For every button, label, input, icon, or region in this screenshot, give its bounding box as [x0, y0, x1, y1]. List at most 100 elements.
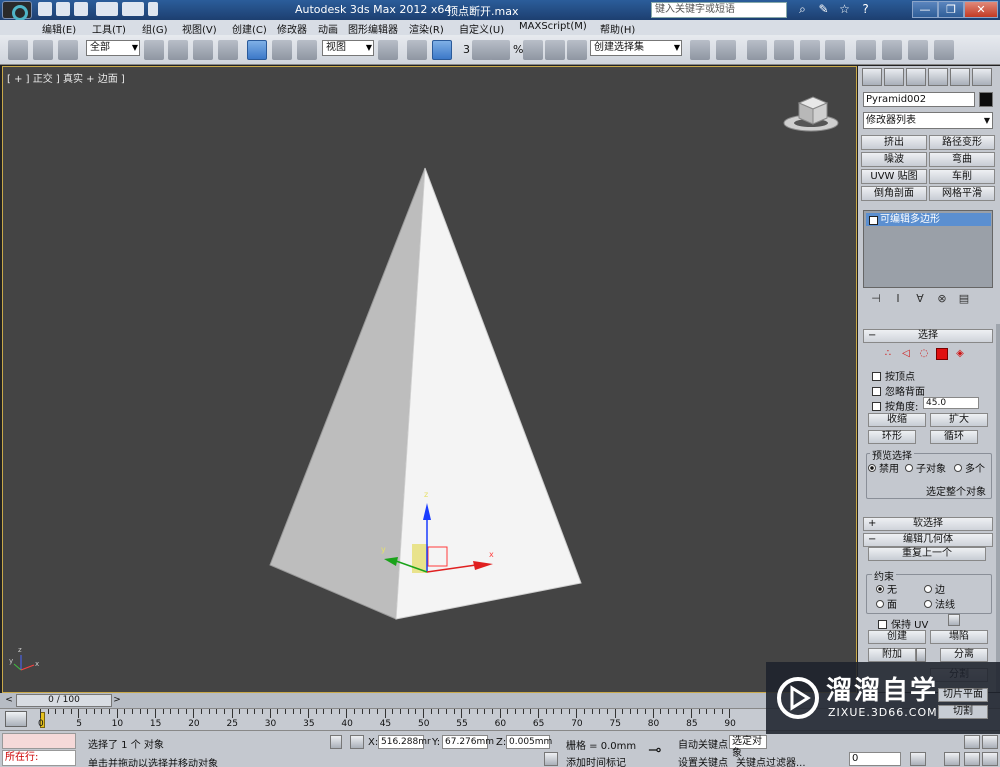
- y-coordinate-field[interactable]: 67.276mm: [442, 735, 494, 749]
- absolute-mode-icon[interactable]: [350, 735, 364, 749]
- maxscript-mini-listener[interactable]: 所在行:: [2, 750, 76, 766]
- menu-help[interactable]: 帮助(H): [600, 21, 635, 36]
- maximize-button[interactable]: ❐: [938, 1, 964, 18]
- align-icon[interactable]: [716, 40, 736, 60]
- angle-spinner[interactable]: 45.0: [923, 397, 979, 409]
- rendered-frame-window-icon[interactable]: [908, 40, 928, 60]
- help-search-input[interactable]: 键入关键字或短语: [651, 2, 787, 18]
- bend-button[interactable]: 弯曲: [929, 152, 995, 167]
- close-button[interactable]: ✕: [964, 1, 998, 18]
- x-coordinate-field[interactable]: 516.288mr: [378, 735, 431, 749]
- percent-snap-icon[interactable]: [523, 40, 543, 60]
- frame-ruler[interactable]: 0 5 10 15 20 25 30 35 40 45 50 55 60 65 70 75 80 85 90: [38, 709, 770, 731]
- edge-level-icon[interactable]: ◁: [900, 348, 912, 360]
- z-coordinate-field[interactable]: 0.005mm: [506, 735, 552, 749]
- attach-button[interactable]: 附加: [868, 648, 916, 662]
- menu-views[interactable]: 视图(V): [182, 21, 217, 36]
- select-object-icon[interactable]: [144, 40, 164, 60]
- new-file-icon[interactable]: [38, 2, 52, 16]
- cut-button[interactable]: 切割: [938, 705, 988, 719]
- modifier-list-dropdown[interactable]: 修改器列表: [863, 112, 993, 129]
- motion-tab-icon[interactable]: [928, 68, 948, 86]
- create-tab-icon[interactable]: [862, 68, 882, 86]
- edit-geometry-rollout-header[interactable]: − 编辑几何体: [863, 533, 993, 547]
- ignore-backfacing-checkbox[interactable]: 忽略背面: [872, 383, 925, 398]
- lathe-button[interactable]: 车削: [929, 169, 995, 184]
- favorites-icon[interactable]: ☆: [837, 2, 852, 17]
- edit-named-selection-icon[interactable]: [567, 40, 587, 60]
- preview-multi-radio[interactable]: 多个: [954, 460, 985, 475]
- menu-animation[interactable]: 动画: [318, 21, 338, 36]
- path-deform-button[interactable]: 路径变形: [929, 135, 995, 150]
- remove-modifier-icon[interactable]: ⊗: [935, 292, 949, 306]
- by-angle-checkbox[interactable]: 按角度:: [872, 398, 918, 413]
- mirror-icon[interactable]: [690, 40, 710, 60]
- angle-snap-icon[interactable]: [490, 40, 510, 60]
- make-unique-icon[interactable]: ∀: [913, 292, 927, 306]
- render-production-icon[interactable]: [934, 40, 954, 60]
- modify-tab-icon[interactable]: [884, 68, 904, 86]
- constraint-face-radio[interactable]: 面: [876, 596, 897, 611]
- pan-view-icon[interactable]: [944, 752, 960, 766]
- extrude-button[interactable]: 挤出: [861, 135, 927, 150]
- key-icon[interactable]: ⊸: [648, 740, 661, 759]
- curve-editor-icon[interactable]: [800, 40, 820, 60]
- help-icon[interactable]: ?: [858, 2, 873, 17]
- utilities-tab-icon[interactable]: [972, 68, 992, 86]
- render-setup-icon[interactable]: [882, 40, 902, 60]
- soft-selection-rollout-header[interactable]: + 软选择: [863, 517, 993, 531]
- snaps-toggle-label[interactable]: 3: [463, 43, 470, 56]
- field-of-view-icon[interactable]: [982, 735, 998, 749]
- border-level-icon[interactable]: ◌: [918, 348, 930, 360]
- selection-rollout-header[interactable]: − 选择: [863, 329, 993, 343]
- open-file-icon[interactable]: [56, 2, 70, 16]
- layer-manager-icon[interactable]: [747, 40, 767, 60]
- ring-button[interactable]: 环形: [868, 430, 916, 444]
- pivot-center-icon[interactable]: [378, 40, 398, 60]
- uvw-map-button[interactable]: UVW 贴图: [861, 169, 927, 184]
- mini-curve-editor-icon[interactable]: [5, 711, 27, 727]
- constraint-edge-radio[interactable]: 边: [924, 581, 945, 596]
- tools-icon[interactable]: ✎: [816, 2, 831, 17]
- spinner-snap-icon[interactable]: [545, 40, 565, 60]
- selection-filter-dropdown[interactable]: 全部: [86, 40, 140, 56]
- time-tag-icon[interactable]: [544, 752, 558, 766]
- slice-plane-button[interactable]: 切片平面: [938, 688, 988, 702]
- viewcube[interactable]: [783, 96, 839, 132]
- select-manipulate-icon[interactable]: [407, 40, 427, 60]
- pin-stack-icon[interactable]: ⊣: [869, 292, 883, 306]
- select-and-rotate-icon[interactable]: [272, 40, 292, 60]
- select-and-scale-icon[interactable]: [297, 40, 317, 60]
- object-color-swatch[interactable]: [979, 92, 993, 107]
- orbit-icon[interactable]: [964, 752, 980, 766]
- window-crossing-icon[interactable]: [218, 40, 238, 60]
- app-logo-icon[interactable]: [2, 1, 32, 21]
- display-tab-icon[interactable]: [950, 68, 970, 86]
- maximize-viewport-icon[interactable]: [982, 752, 998, 766]
- time-prev-arrow[interactable]: <: [4, 694, 14, 707]
- vertex-level-icon[interactable]: ∴: [882, 348, 894, 360]
- hierarchy-tab-icon[interactable]: [906, 68, 926, 86]
- constraint-none-radio[interactable]: 无: [876, 581, 897, 596]
- schematic-view-icon[interactable]: [825, 40, 845, 60]
- select-and-move-icon[interactable]: [247, 40, 267, 60]
- bind-space-warp-icon[interactable]: [58, 40, 78, 60]
- grow-button[interactable]: 扩大: [930, 413, 988, 427]
- unlink-icon[interactable]: [33, 40, 53, 60]
- binoculars-icon[interactable]: ⌕: [795, 2, 810, 17]
- auto-key-button[interactable]: 自动关键点: [678, 736, 728, 751]
- minimize-button[interactable]: —: [912, 1, 938, 18]
- detach-button[interactable]: 分离: [940, 648, 988, 662]
- attach-list-icon[interactable]: [916, 648, 926, 662]
- polygon-level-icon[interactable]: [936, 348, 948, 360]
- maxscript-listener[interactable]: [2, 733, 76, 749]
- menu-edit[interactable]: 编辑(E): [42, 21, 76, 36]
- create-button[interactable]: 创建: [868, 630, 926, 644]
- loop-button[interactable]: 循环: [930, 430, 978, 444]
- time-configuration-icon[interactable]: [910, 752, 926, 766]
- object-name-field[interactable]: Pyramid002: [863, 92, 975, 107]
- noise-button[interactable]: 噪波: [861, 152, 927, 167]
- configure-modifier-sets-icon[interactable]: ▤: [957, 292, 971, 306]
- graphite-tools-icon[interactable]: [774, 40, 794, 60]
- menu-customize[interactable]: 自定义(U): [459, 21, 504, 36]
